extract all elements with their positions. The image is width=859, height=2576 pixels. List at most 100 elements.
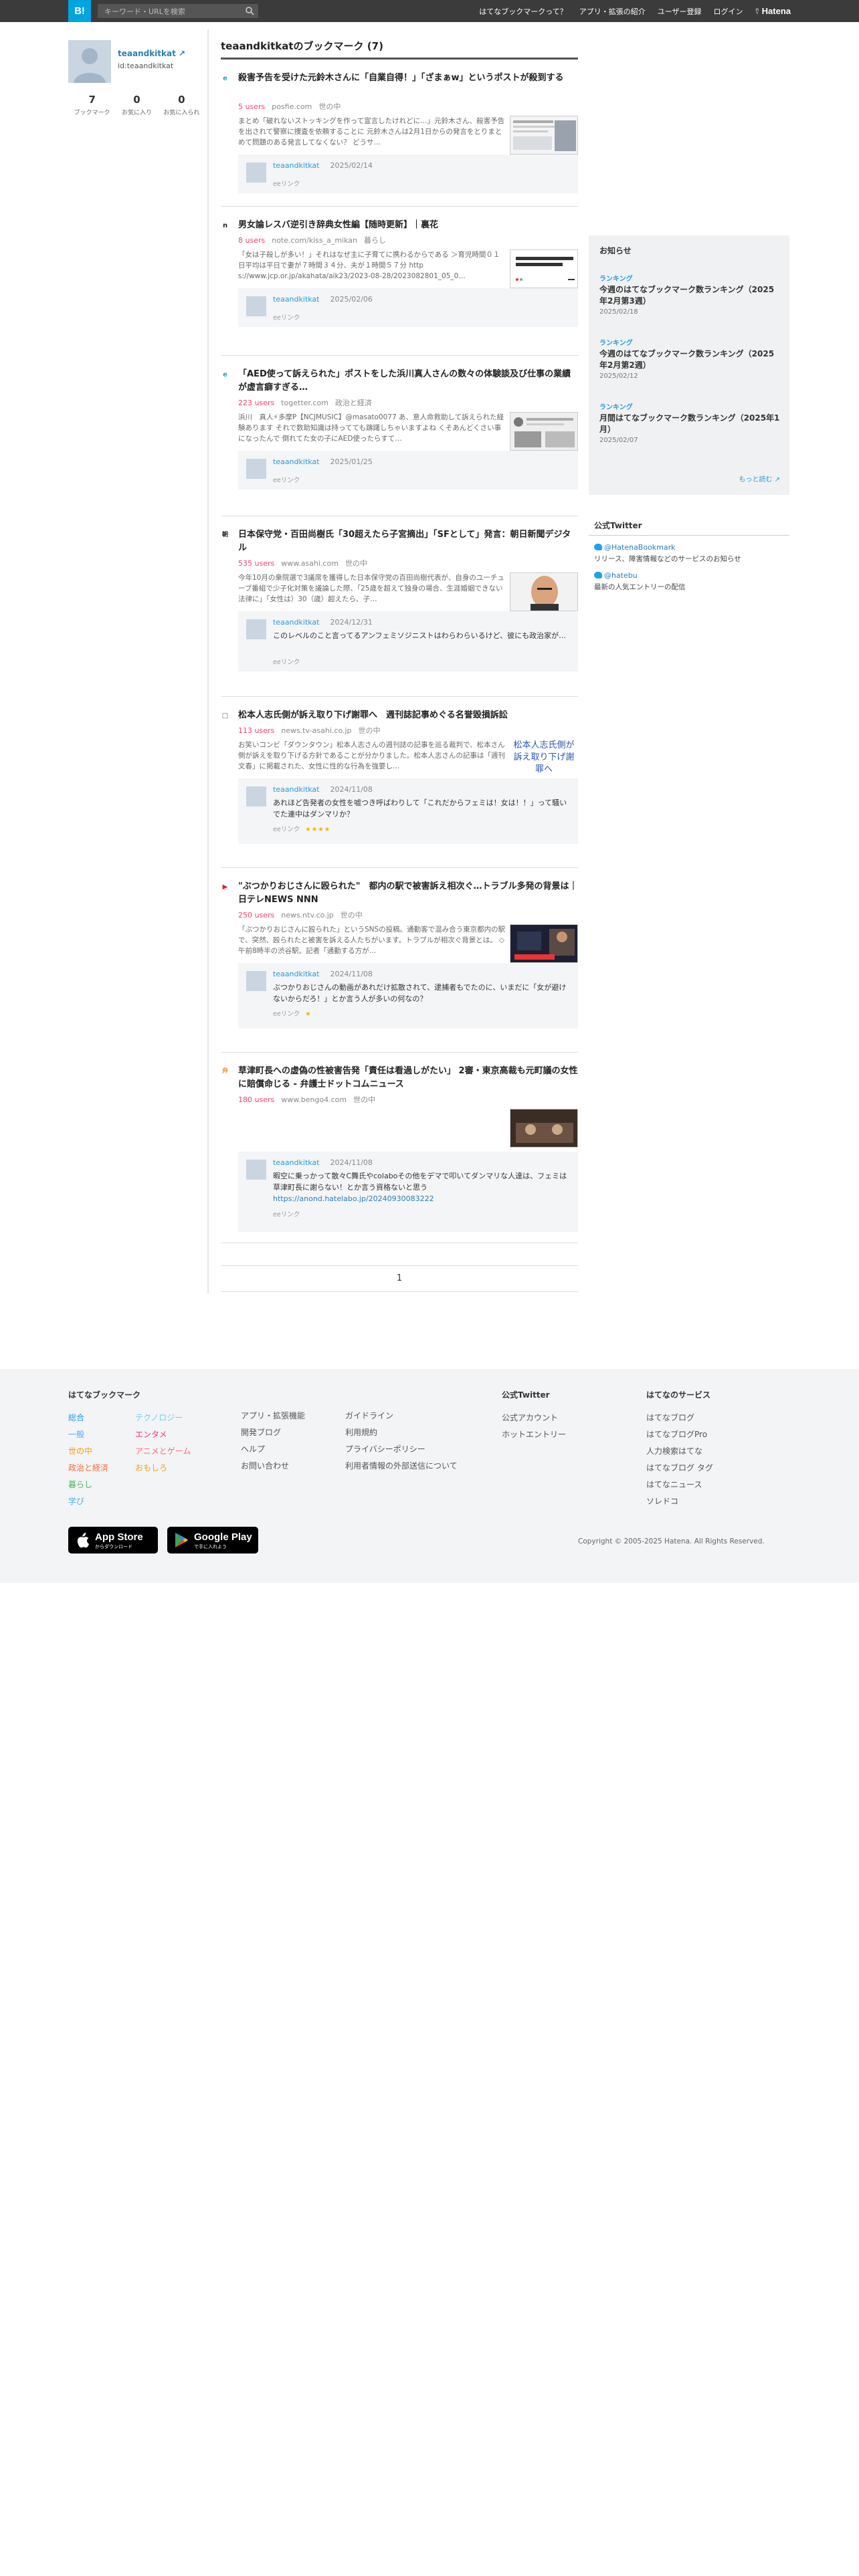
users-count[interactable]: 250 users bbox=[238, 911, 274, 920]
footer-link[interactable]: アプリ・拡張機能 bbox=[241, 1408, 305, 1424]
user-avatar[interactable] bbox=[246, 971, 266, 991]
avatar[interactable] bbox=[68, 40, 111, 83]
footer-link[interactable]: ガイドライン bbox=[345, 1408, 458, 1424]
user-link[interactable]: teaandkitkat bbox=[273, 1158, 320, 1167]
relink[interactable]: eeリンク bbox=[273, 1209, 300, 1218]
footer-link[interactable]: 開発ブログ bbox=[241, 1424, 305, 1441]
twitter-account-link[interactable]: @HatenaBookmark bbox=[594, 543, 676, 552]
entry-site[interactable]: posfie.com bbox=[272, 102, 312, 111]
search-box[interactable]: キーワード・URLを検索 bbox=[98, 4, 258, 18]
footer-link[interactable]: エンタメ bbox=[135, 1426, 191, 1443]
entry-site[interactable]: togetter.com bbox=[281, 399, 328, 407]
footer-link[interactable]: プライバシーポリシー bbox=[345, 1441, 458, 1458]
entry-site[interactable]: www.asahi.com bbox=[281, 559, 339, 568]
nav-about[interactable]: はてなブックマークって？ bbox=[479, 6, 567, 17]
relink[interactable]: eeリンク bbox=[273, 475, 300, 484]
footer-link[interactable]: はてなブログPro bbox=[646, 1426, 713, 1443]
entry-site[interactable]: www.bengo4.com bbox=[281, 1095, 347, 1104]
footer-link[interactable]: ホットエントリー bbox=[502, 1426, 566, 1443]
stat-favorited[interactable]: 0 お気に入られ bbox=[163, 94, 199, 116]
star-rating[interactable]: ★★★★ bbox=[305, 826, 330, 833]
entry-site[interactable]: news.tv-asahi.co.jp bbox=[281, 726, 351, 735]
user-avatar[interactable] bbox=[246, 786, 266, 807]
entry-thumbnail[interactable] bbox=[510, 1109, 578, 1148]
user-link[interactable]: teaandkitkat bbox=[273, 785, 320, 794]
footer-link[interactable]: 世の中 bbox=[68, 1443, 108, 1460]
relink[interactable]: eeリンク bbox=[273, 179, 300, 188]
footer-link[interactable]: 公式アカウント bbox=[502, 1410, 566, 1426]
users-count[interactable]: 180 users bbox=[238, 1095, 274, 1104]
comment-link[interactable]: https://anond.hatelabo.jp/20240930083222 bbox=[273, 1193, 567, 1204]
search-input[interactable]: キーワード・URLを検索 bbox=[104, 6, 185, 17]
entry-category[interactable]: 世の中 bbox=[345, 559, 367, 568]
app-store-button[interactable]: App Store からダウンロード bbox=[68, 1527, 158, 1553]
users-count[interactable]: 113 users bbox=[238, 726, 274, 735]
entry-site[interactable]: note.com/kiss_a_mikan bbox=[272, 236, 357, 245]
notice-item[interactable]: ランキング 月間はてなブックマーク数ランキング（2025年1月） 2025/02… bbox=[599, 401, 780, 444]
user-avatar[interactable] bbox=[246, 619, 266, 639]
footer-link[interactable]: アニメとゲーム bbox=[135, 1443, 191, 1460]
entry-title[interactable]: "ぶつかりおじさんに殴られた" 都内の駅で被害訴え相次ぐ…トラブル多発の背景は｜… bbox=[238, 880, 578, 907]
footer-link[interactable]: おもしろ bbox=[135, 1460, 191, 1477]
star-rating[interactable]: ★ bbox=[305, 1010, 312, 1018]
entry-category[interactable]: 世の中 bbox=[353, 1095, 375, 1104]
entry-thumbnail[interactable] bbox=[510, 412, 578, 451]
read-more-link[interactable]: もっと読む ↗ bbox=[739, 473, 780, 484]
search-icon[interactable] bbox=[245, 6, 254, 15]
relink[interactable]: eeリンク bbox=[273, 1010, 300, 1018]
entry-category[interactable]: 世の中 bbox=[318, 102, 341, 111]
nav-login[interactable]: ログイン bbox=[714, 6, 743, 17]
users-count[interactable]: 535 users bbox=[238, 559, 274, 568]
entry-thumbnail[interactable] bbox=[510, 572, 578, 611]
entry-thumbnail[interactable] bbox=[510, 116, 578, 154]
footer-link[interactable]: 利用者情報の外部送信について bbox=[345, 1458, 458, 1475]
footer-link[interactable]: 総合 bbox=[68, 1410, 108, 1426]
relink[interactable]: eeリンク bbox=[273, 657, 300, 666]
hatena-brand[interactable]: ⍢ Hatena bbox=[755, 6, 791, 17]
entry-title[interactable]: 日本保守党・百田尚樹氏「30超えたら子宮摘出」「SFとして」発言：朝日新聞デジタ… bbox=[238, 528, 578, 555]
entry-category[interactable]: 政治と経済 bbox=[335, 399, 372, 407]
footer-link[interactable]: 学び bbox=[68, 1493, 108, 1510]
notice-item[interactable]: ランキング 今週のはてなブックマーク数ランキング（2025年2月第3週） 202… bbox=[599, 273, 780, 316]
user-avatar[interactable] bbox=[246, 459, 266, 479]
entry-category[interactable]: 暮らし bbox=[364, 236, 386, 245]
entry-site[interactable]: news.ntv.co.jp bbox=[281, 911, 334, 920]
twitter-account-link[interactable]: @hatebu bbox=[594, 571, 638, 580]
nav-apps[interactable]: アプリ・拡張の紹介 bbox=[579, 6, 646, 17]
entry-title[interactable]: 男女論レスバ逆引き辞典女性編【随時更新】｜裏花 bbox=[238, 219, 578, 232]
notice-item[interactable]: ランキング 今週のはてなブックマーク数ランキング（2025年2月第2週） 202… bbox=[599, 337, 780, 380]
stat-bookmarks[interactable]: 7 ブックマーク bbox=[74, 94, 110, 116]
footer-link[interactable]: はてなブログ bbox=[646, 1410, 713, 1426]
footer-link[interactable]: 暮らし bbox=[68, 1477, 108, 1493]
profile-name[interactable]: teaandkitkat ↗ bbox=[118, 49, 185, 58]
footer-link[interactable]: 利用規約 bbox=[345, 1424, 458, 1441]
users-count[interactable]: 223 users bbox=[238, 399, 274, 407]
google-play-button[interactable]: Google Play で手に入れよう bbox=[167, 1527, 258, 1553]
footer-link[interactable]: 政治と経済 bbox=[68, 1460, 108, 1477]
entry-title[interactable]: 松本人志氏側が訴え取り下げ謝罪へ 週刊誌記事めぐる名誉毀損訴訟 bbox=[238, 709, 578, 722]
hatena-bookmark-logo[interactable]: B! bbox=[68, 0, 91, 22]
footer-link[interactable]: ソレドコ bbox=[646, 1493, 713, 1510]
page-1[interactable]: 1 bbox=[397, 1273, 402, 1283]
user-link[interactable]: teaandkitkat bbox=[273, 457, 320, 466]
footer-link[interactable]: お問い合わせ bbox=[241, 1458, 305, 1475]
user-link[interactable]: teaandkitkat bbox=[273, 618, 320, 627]
nav-register[interactable]: ユーザー登録 bbox=[658, 6, 702, 17]
entry-title[interactable]: 殺害予告を受けた元鈴木さんに「自業自得！」「ざまぁw」というポストが殺到する bbox=[238, 72, 578, 85]
user-link[interactable]: teaandkitkat bbox=[273, 161, 320, 170]
user-avatar[interactable] bbox=[246, 296, 266, 316]
entry-thumbnail[interactable] bbox=[510, 924, 578, 963]
users-count[interactable]: 8 users bbox=[238, 236, 265, 245]
entry-thumbnail[interactable] bbox=[510, 249, 578, 288]
relink[interactable]: eeリンク bbox=[273, 312, 300, 322]
footer-link[interactable]: 人力検索はてな bbox=[646, 1443, 713, 1460]
entry-category[interactable]: 世の中 bbox=[341, 911, 363, 920]
user-link[interactable]: teaandkitkat bbox=[273, 970, 320, 978]
user-avatar[interactable] bbox=[246, 163, 266, 183]
user-link[interactable]: teaandkitkat bbox=[273, 295, 320, 304]
relink[interactable]: eeリンク bbox=[273, 826, 300, 833]
stat-favorites[interactable]: 0 お気に入り bbox=[122, 94, 152, 116]
footer-link[interactable]: ヘルプ bbox=[241, 1441, 305, 1458]
entry-category[interactable]: 世の中 bbox=[359, 726, 381, 735]
users-count[interactable]: 5 users bbox=[238, 102, 265, 111]
